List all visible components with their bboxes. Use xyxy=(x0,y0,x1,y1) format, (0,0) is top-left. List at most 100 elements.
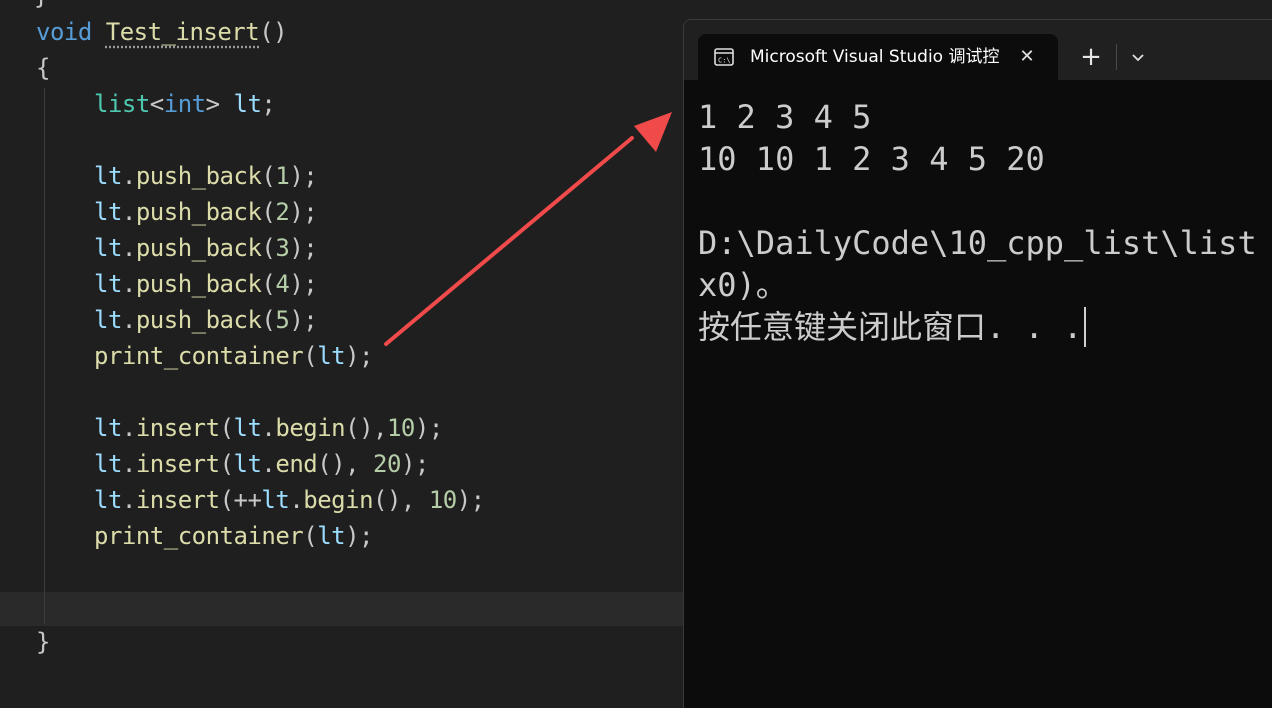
code-token: end xyxy=(275,450,318,478)
code-token: list xyxy=(94,90,150,118)
code-line-7[interactable]: lt.push_back(4); xyxy=(94,266,318,302)
svg-text:C:\: C:\ xyxy=(718,57,731,65)
code-token: ); xyxy=(345,342,374,370)
code-token: . xyxy=(121,162,136,190)
code-line-12[interactable]: lt.insert(++lt.begin(), 10); xyxy=(94,482,485,518)
new-tab-button[interactable]: + xyxy=(1076,42,1106,72)
output-line-5: x0)。 xyxy=(698,266,788,304)
code-token: lt xyxy=(317,522,346,550)
code-token: . xyxy=(121,306,136,334)
code-token: ( xyxy=(261,162,276,190)
code-line-6[interactable]: lt.push_back(3); xyxy=(94,230,318,266)
code-token: lt xyxy=(94,486,122,514)
code-token: ( xyxy=(303,522,318,550)
code-token: lt xyxy=(94,414,122,442)
code-token: . xyxy=(121,414,136,442)
code-line-11[interactable]: lt.insert(lt.end(), 20); xyxy=(94,446,429,482)
debug-console-window[interactable]: C:\ Microsoft Visual Studio 调试控制台 ✕ + 1 … xyxy=(683,19,1272,708)
code-token: (), xyxy=(345,414,387,442)
code-token: lt xyxy=(94,198,122,226)
code-line-14[interactable]: } xyxy=(36,624,50,660)
code-token: ; xyxy=(261,90,276,118)
code-token: begin xyxy=(303,486,374,514)
code-token: ( xyxy=(261,198,276,226)
code-token: . xyxy=(121,486,136,514)
output-line-1: 1 2 3 4 5 xyxy=(698,98,872,136)
code-token: push_back xyxy=(135,306,262,334)
tab-debug-console[interactable]: C:\ Microsoft Visual Studio 调试控制台 ✕ xyxy=(698,34,1058,80)
code-line-9[interactable]: print_container(lt); xyxy=(94,338,374,374)
code-token: ( xyxy=(303,342,318,370)
console-output[interactable]: 1 2 3 4 5 10 10 1 2 3 4 5 20 D:\DailyCod… xyxy=(698,96,1272,438)
code-token: ); xyxy=(345,522,374,550)
code-token: . xyxy=(261,414,276,442)
code-token: . xyxy=(289,486,304,514)
chevron-down-icon[interactable] xyxy=(1126,44,1150,70)
code-token: . xyxy=(121,234,136,262)
output-line-4: D:\DailyCode\10_cpp_list\list xyxy=(698,224,1257,262)
terminal-app-icon: C:\ xyxy=(714,48,734,66)
code-token: ( xyxy=(219,414,234,442)
code-token: ( xyxy=(261,306,276,334)
code-token: lt xyxy=(317,342,346,370)
indent-guide xyxy=(44,88,45,624)
code-token: push_back xyxy=(135,162,262,190)
code-token: 3 xyxy=(275,234,290,262)
code-token: (++ xyxy=(219,486,262,514)
text-cursor xyxy=(1084,307,1087,347)
code-token: begin xyxy=(275,414,346,442)
code-token: ); xyxy=(289,162,318,190)
code-token: lt xyxy=(94,270,122,298)
code-token: insert xyxy=(135,450,220,478)
code-token: . xyxy=(121,198,136,226)
code-token: ); xyxy=(456,486,485,514)
screen: } void Test_insert() { list<int> lt; lt.… xyxy=(0,0,1272,708)
code-token: push_back xyxy=(135,198,262,226)
code-token: lt xyxy=(233,450,262,478)
code-token: insert xyxy=(135,414,220,442)
code-token: int xyxy=(163,90,206,118)
code-token: push_back xyxy=(135,270,262,298)
tab-separator xyxy=(1116,44,1117,70)
code-token: lt xyxy=(94,162,122,190)
code-token: print_container xyxy=(94,522,304,550)
code-token: ( xyxy=(261,234,276,262)
code-token: (), xyxy=(373,486,429,514)
code-line-4[interactable]: lt.push_back(1); xyxy=(94,158,318,194)
code-token: ( xyxy=(219,450,234,478)
code-line-1[interactable]: void Test_insert() xyxy=(36,14,288,50)
code-token: . xyxy=(121,270,136,298)
code-token: Test_insert xyxy=(105,18,260,46)
code-token: 10 xyxy=(386,414,415,442)
code-token: ); xyxy=(400,450,429,478)
code-line-2[interactable]: { xyxy=(36,50,50,86)
code-token: lt xyxy=(94,306,122,334)
code-token: } xyxy=(36,628,50,656)
code-token: < xyxy=(149,90,164,118)
output-line-6: 按任意键关闭此窗口. . . xyxy=(698,308,1083,346)
code-line-8[interactable]: lt.push_back(5); xyxy=(94,302,318,338)
code-token: . xyxy=(121,450,136,478)
code-token: lt xyxy=(94,450,122,478)
code-line-5[interactable]: lt.push_back(2); xyxy=(94,194,318,230)
code-token: 5 xyxy=(275,306,290,334)
code-token: lt xyxy=(233,90,262,118)
current-line-highlight xyxy=(0,592,684,626)
close-icon[interactable]: ✕ xyxy=(1016,46,1038,68)
code-line-3[interactable]: list<int> lt; xyxy=(94,86,276,122)
code-token: lt xyxy=(233,414,262,442)
code-line-10[interactable]: lt.insert(lt.begin(),10); xyxy=(94,410,443,446)
code-token: lt xyxy=(261,486,290,514)
code-token: ( xyxy=(261,270,276,298)
code-token: 10 xyxy=(428,486,457,514)
code-token: ); xyxy=(414,414,443,442)
code-token: lt xyxy=(94,234,122,262)
code-token: 1 xyxy=(275,162,290,190)
code-token: ); xyxy=(289,198,318,226)
code-token: 20 xyxy=(373,450,401,478)
tab-title: Microsoft Visual Studio 调试控制台 xyxy=(750,47,1000,67)
code-line-13[interactable]: print_container(lt); xyxy=(94,518,374,554)
output-line-2: 10 10 1 2 3 4 5 20 xyxy=(698,140,1045,178)
code-token: . xyxy=(261,450,276,478)
code-token: void xyxy=(36,18,106,46)
